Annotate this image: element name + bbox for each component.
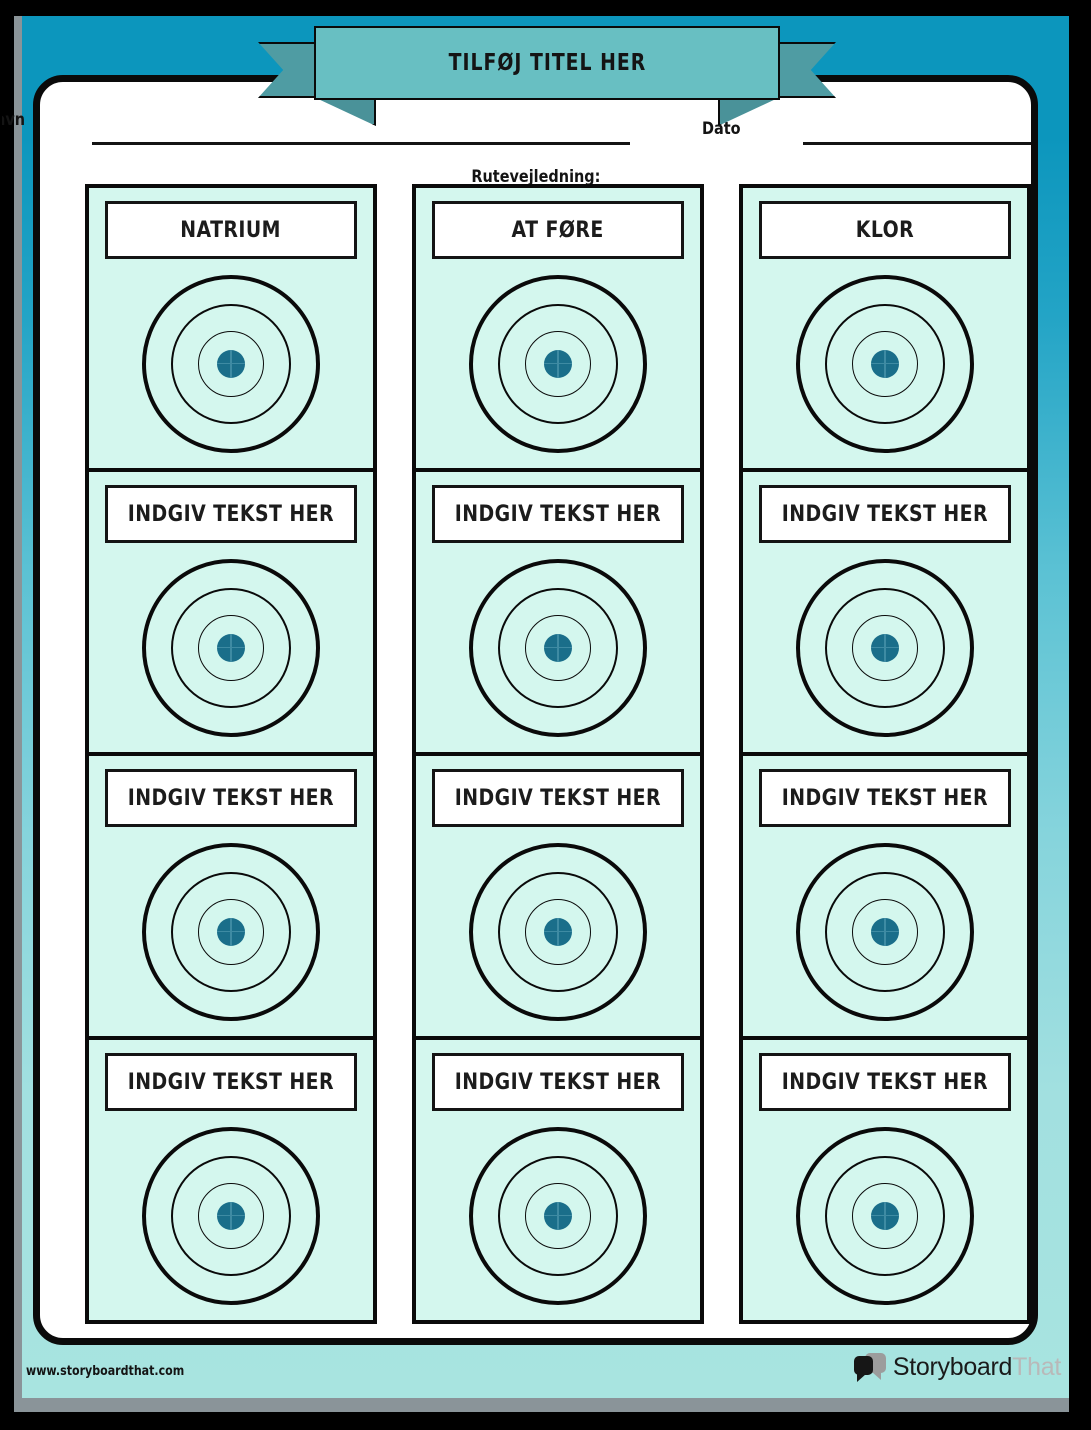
bullseye-target-icon	[469, 842, 647, 1021]
target-cell: NATRIUM	[89, 188, 373, 472]
target-bullseye-dot	[871, 349, 899, 378]
target-area	[416, 827, 700, 1036]
target-bullseye-dot	[544, 917, 572, 946]
cell-label-text: INDGIV TEKST HER	[781, 785, 989, 811]
target-column: AT FØRE INDGIV TEKST HER INDGIV TEKST HE…	[412, 184, 704, 1324]
bullseye-target-icon	[469, 1126, 647, 1305]
target-grid: NATRIUM INDGIV TEKST HER INDGIV TEKST HE…	[85, 184, 1031, 1324]
target-bullseye-dot	[871, 1201, 899, 1230]
bullseye-target-icon	[142, 1126, 320, 1305]
target-cell: INDGIV TEKST HER	[743, 1040, 1027, 1320]
bullseye-target-icon	[796, 274, 974, 453]
cell-label-text: INDGIV TEKST HER	[454, 501, 662, 527]
speech-bubble-icon	[853, 1352, 886, 1382]
target-bullseye-dot	[544, 633, 572, 662]
target-area	[89, 543, 373, 752]
cell-label-text: INDGIV TEKST HER	[127, 1069, 335, 1095]
target-bullseye-dot	[871, 633, 899, 662]
name-write-line[interactable]	[92, 142, 630, 145]
cell-label-text: INDGIV TEKST HER	[454, 785, 662, 811]
target-area	[416, 259, 700, 468]
cell-label-box[interactable]: INDGIV TEKST HER	[432, 769, 684, 827]
cell-label-box[interactable]: INDGIV TEKST HER	[432, 485, 684, 543]
target-bullseye-dot	[217, 917, 245, 946]
bullseye-target-icon	[142, 558, 320, 737]
target-cell: INDGIV TEKST HER	[416, 1040, 700, 1320]
logo-word-storyboard: Storyboard	[892, 1352, 1013, 1381]
title-ribbon: TILFØJ TITEL HER	[258, 26, 836, 126]
target-cell: INDGIV TEKST HER	[743, 472, 1027, 756]
bullseye-target-icon	[796, 558, 974, 737]
page-title: TILFØJ TITEL HER	[448, 50, 646, 76]
cell-label-box[interactable]: INDGIV TEKST HER	[105, 769, 357, 827]
cell-label-text: INDGIV TEKST HER	[127, 501, 335, 527]
cell-label-text: AT FØRE	[511, 217, 605, 243]
target-bullseye-dot	[544, 1201, 572, 1230]
target-area	[743, 259, 1027, 468]
target-bullseye-dot	[544, 349, 572, 378]
target-bullseye-dot	[217, 349, 245, 378]
target-area	[89, 827, 373, 1036]
cell-label-text: INDGIV TEKST HER	[127, 785, 335, 811]
target-area	[89, 259, 373, 468]
bullseye-target-icon	[469, 274, 647, 453]
cell-label-text: INDGIV TEKST HER	[781, 501, 989, 527]
target-cell: INDGIV TEKST HER	[89, 472, 373, 756]
target-cell: INDGIV TEKST HER	[89, 1040, 373, 1320]
cell-label-text: INDGIV TEKST HER	[454, 1069, 662, 1095]
worksheet-page: Dato Rutevejledning: NATRIUM INDGIV TEKS…	[33, 75, 1038, 1345]
target-area	[743, 543, 1027, 752]
cell-label-text: NATRIUM	[180, 217, 282, 243]
target-column: NATRIUM INDGIV TEKST HER INDGIV TEKST HE…	[85, 184, 377, 1324]
cell-label-box[interactable]: INDGIV TEKST HER	[759, 485, 1011, 543]
target-area	[743, 827, 1027, 1036]
cell-label-box[interactable]: INDGIV TEKST HER	[432, 1053, 684, 1111]
target-area	[416, 543, 700, 752]
bullseye-target-icon	[796, 842, 974, 1021]
ribbon-body[interactable]: TILFØJ TITEL HER	[314, 26, 780, 100]
target-area	[416, 1111, 700, 1320]
cell-label-box[interactable]: INDGIV TEKST HER	[759, 769, 1011, 827]
speech-bubble-front	[853, 1356, 873, 1382]
cell-label-box[interactable]: INDGIV TEKST HER	[105, 485, 357, 543]
name-label-clipped: Navn	[2, 110, 25, 130]
target-bullseye-dot	[871, 917, 899, 946]
target-cell: INDGIV TEKST HER	[416, 472, 700, 756]
worksheet-canvas: Navn Dato Rutevejledning: NATRIUM	[0, 0, 1091, 1430]
bullseye-target-icon	[142, 274, 320, 453]
cell-label-text: INDGIV TEKST HER	[781, 1069, 989, 1095]
bullseye-target-icon	[469, 558, 647, 737]
bullseye-target-icon	[796, 1126, 974, 1305]
target-bullseye-dot	[217, 1201, 245, 1230]
logo-wordmark: StoryboardThat	[893, 1353, 1061, 1382]
cell-label-box[interactable]: AT FØRE	[432, 201, 684, 259]
cell-label-text: KLOR	[855, 217, 915, 243]
target-column: KLOR INDGIV TEKST HER INDGIV TEKST HER I…	[739, 184, 1031, 1324]
backdrop-bottom-shadow	[22, 1398, 1069, 1412]
target-area	[743, 1111, 1027, 1320]
backdrop-left-edge	[14, 16, 22, 1412]
logo-word-that: That	[1012, 1352, 1061, 1381]
target-cell: INDGIV TEKST HER	[416, 756, 700, 1040]
bullseye-target-icon	[142, 842, 320, 1021]
storyboardthat-logo[interactable]: StoryboardThat	[853, 1352, 1061, 1382]
target-cell: AT FØRE	[416, 188, 700, 472]
target-cell: KLOR	[743, 188, 1027, 472]
target-cell: INDGIV TEKST HER	[89, 756, 373, 1040]
footer-website-url[interactable]: www.storyboardthat.com	[26, 1364, 184, 1379]
cell-label-box[interactable]: KLOR	[759, 201, 1011, 259]
date-write-line[interactable]	[803, 142, 1031, 145]
cell-label-box[interactable]: INDGIV TEKST HER	[105, 1053, 357, 1111]
target-bullseye-dot	[217, 633, 245, 662]
cell-label-box[interactable]: NATRIUM	[105, 201, 357, 259]
target-cell: INDGIV TEKST HER	[743, 756, 1027, 1040]
cell-label-box[interactable]: INDGIV TEKST HER	[759, 1053, 1011, 1111]
target-area	[89, 1111, 373, 1320]
